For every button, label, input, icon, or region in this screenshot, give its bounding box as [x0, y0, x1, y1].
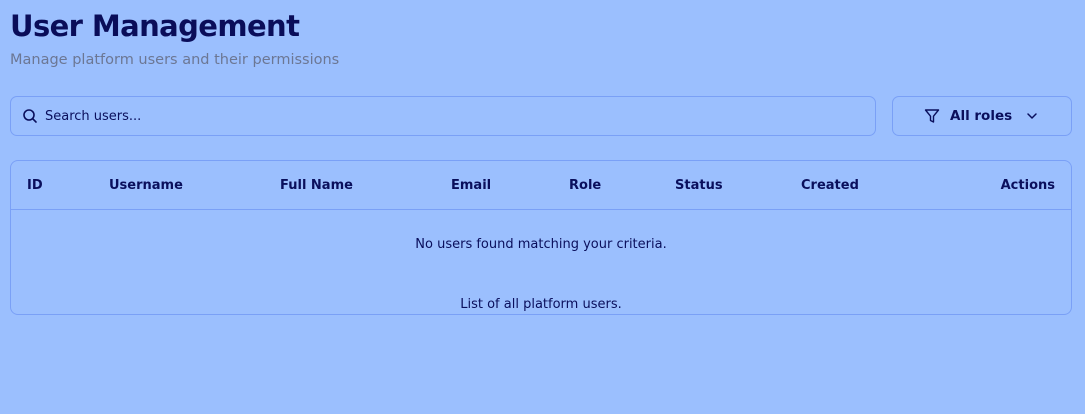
user-management-page: User Management Manage platform users an…: [0, 0, 1085, 414]
column-header-email[interactable]: Email: [451, 178, 491, 193]
table-caption: List of all platform users.: [460, 297, 622, 312]
column-header-username[interactable]: Username: [109, 178, 183, 193]
role-filter-label: All roles: [950, 108, 1013, 124]
column-header-created[interactable]: Created: [801, 178, 859, 193]
page-title: User Management: [10, 9, 300, 43]
users-table: ID Username Full Name Email Role Status …: [10, 160, 1072, 315]
column-header-actions: Actions: [1000, 178, 1055, 193]
column-header-role[interactable]: Role: [569, 178, 601, 193]
column-header-status[interactable]: Status: [675, 178, 723, 193]
empty-state-message: No users found matching your criteria.: [415, 237, 667, 252]
column-header-full-name[interactable]: Full Name: [280, 178, 353, 193]
search-input[interactable]: [45, 101, 845, 131]
role-filter-dropdown[interactable]: All roles: [892, 96, 1072, 136]
chevron-down-icon: [1026, 110, 1038, 122]
search-icon: [22, 108, 38, 124]
search-box[interactable]: [10, 96, 876, 136]
table-header-row: ID Username Full Name Email Role Status …: [11, 161, 1071, 210]
page-subtitle: Manage platform users and their permissi…: [10, 52, 340, 68]
filter-icon: [924, 108, 940, 124]
column-header-id[interactable]: ID: [27, 178, 43, 193]
